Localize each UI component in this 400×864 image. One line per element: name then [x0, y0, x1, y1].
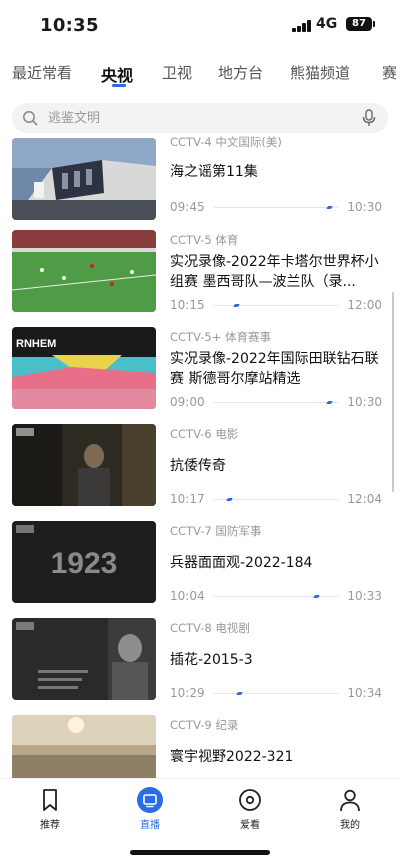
search-icon: [23, 111, 38, 126]
person-icon: [340, 789, 360, 812]
battery-icon: 87: [346, 17, 372, 31]
channel-name: CCTV-5+ 体育赛事: [170, 330, 272, 344]
channel-name: CCTV-8 电视剧: [170, 621, 250, 635]
search-bar[interactable]: [12, 103, 388, 133]
program-item-cctv8[interactable]: CCTV-8 电视剧 插花-2015-3 10:29 10:34: [0, 618, 400, 716]
program-thumbnail: [12, 230, 156, 312]
program-title: 兵器面面观-2022-184: [170, 555, 313, 571]
tab-local[interactable]: 地方台: [218, 62, 263, 83]
start-time: 09:00: [170, 395, 205, 409]
program-item-cctv6[interactable]: CCTV-6 电影 抗倭传奇 10:17 12:04: [0, 424, 400, 522]
progress-bar: [214, 499, 338, 500]
search-input[interactable]: [48, 103, 348, 133]
nav-favorite[interactable]: 爱看: [220, 787, 280, 831]
end-time: 10:30: [347, 200, 382, 214]
program-item-cctv9[interactable]: CCTV-9 纪录 寰宇视野2022-321: [0, 715, 400, 778]
start-time: 10:29: [170, 686, 205, 700]
microphone-icon[interactable]: [362, 109, 376, 127]
network-label: 4G: [316, 16, 338, 32]
progress-indicator: [226, 498, 233, 501]
channel-name: CCTV-9 纪录: [170, 718, 239, 732]
program-list: CCTV-4 中文国际(美) 海之谣第11集 09:45 10:30 CCTV-…: [0, 136, 400, 778]
progress-indicator: [312, 595, 320, 598]
nav-recommend[interactable]: 推荐: [20, 787, 80, 831]
progress-bar: [214, 693, 338, 694]
program-thumbnail: [12, 424, 156, 506]
progress-bar: [214, 207, 338, 208]
program-title: 实况录像-2022年国际田联钻石联赛 斯德哥尔摩站精选: [170, 351, 379, 387]
start-time: 09:45: [170, 200, 205, 214]
program-title: 插花-2015-3: [170, 652, 253, 668]
program-thumbnail: [12, 138, 156, 220]
target-icon: [239, 789, 261, 811]
status-bar: 10:35 4G 87: [0, 0, 400, 52]
program-title: 寰宇视野2022-321: [170, 749, 294, 765]
channel-name: CCTV-6 电影: [170, 427, 239, 441]
program-item-cctv5plus[interactable]: RNHEM CCTV-5+ 体育赛事 实况录像-2022年国际田联钻石联赛 斯德…: [0, 327, 400, 425]
tab-sports-partial[interactable]: 赛: [382, 62, 397, 83]
nav-label: 爱看: [240, 820, 260, 831]
program-item-cctv7[interactable]: 1923 CCTV-7 国防军事 兵器面面观-2022-184 10:04 10…: [0, 521, 400, 619]
program-item-cctv5[interactable]: CCTV-5 体育 实况录像-2022年卡塔尔世界杯小组赛 墨西哥队—波兰队（录…: [0, 230, 400, 328]
active-tab-indicator: [112, 84, 126, 87]
program-title: 抗倭传奇: [170, 458, 226, 474]
status-time: 10:35: [40, 15, 99, 36]
start-time: 10:04: [170, 589, 205, 603]
start-time: 10:15: [170, 298, 205, 312]
start-time: 10:17: [170, 492, 205, 506]
end-time: 12:04: [347, 492, 382, 506]
thumb-overlay-text: 1923: [51, 547, 118, 580]
tab-satellite[interactable]: 卫视: [162, 62, 192, 83]
channel-name: CCTV-4 中文国际(美): [170, 136, 282, 149]
nav-label: 推荐: [40, 820, 60, 831]
channel-category-tabs: 最近常看 央视 卫视 地方台 熊猫频道 赛: [0, 58, 400, 98]
program-thumbnail: RNHEM: [12, 327, 156, 409]
bookmark-icon: [43, 789, 57, 811]
end-time: 10:30: [347, 395, 382, 409]
tab-recent[interactable]: 最近常看: [12, 62, 72, 83]
nav-live[interactable]: 直播: [120, 787, 180, 831]
home-indicator: [130, 850, 270, 855]
signal-icon: [292, 20, 312, 32]
channel-name: CCTV-5 体育: [170, 233, 239, 247]
program-thumbnail: 1923: [12, 521, 156, 603]
channel-name: CCTV-7 国防军事: [170, 524, 262, 538]
end-time: 12:00: [347, 298, 382, 312]
tab-panda[interactable]: 熊猫频道: [290, 62, 350, 83]
thumb-overlay-text: RNHEM: [16, 338, 56, 350]
end-time: 10:34: [347, 686, 382, 700]
program-thumbnail: [12, 715, 156, 778]
progress-bar: [214, 402, 338, 403]
progress-indicator: [235, 692, 243, 695]
live-tv-icon: [137, 787, 163, 813]
program-title: 海之谣第11集: [170, 164, 258, 180]
program-thumbnail: [12, 618, 156, 700]
scrollbar[interactable]: [392, 292, 394, 492]
program-title: 实况录像-2022年卡塔尔世界杯小组赛 墨西哥队—波兰队（录...: [170, 254, 379, 290]
nav-profile[interactable]: 我的: [320, 787, 380, 831]
end-time: 10:33: [347, 589, 382, 603]
progress-bar: [214, 596, 338, 597]
tab-cctv[interactable]: 央视: [101, 62, 133, 86]
nav-label: 直播: [140, 820, 160, 831]
program-item-cctv4[interactable]: CCTV-4 中文国际(美) 海之谣第11集 09:45 10:30: [0, 136, 400, 232]
nav-label: 我的: [340, 820, 360, 831]
